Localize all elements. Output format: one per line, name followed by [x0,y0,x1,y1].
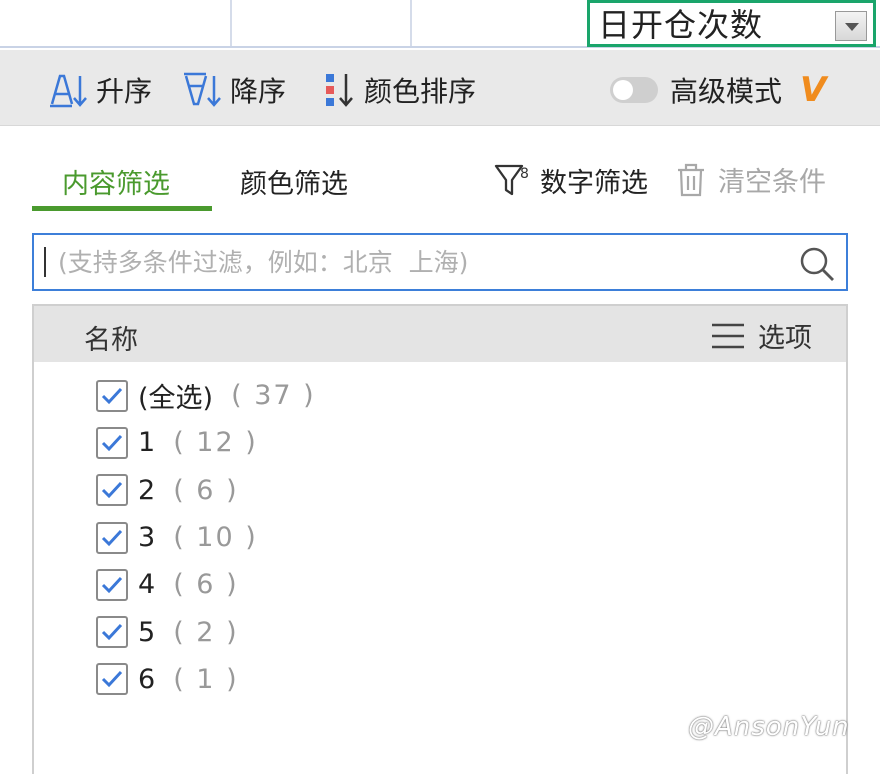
toggle-knob [613,80,633,100]
active-tab-underline [32,206,212,211]
svg-text:8: 8 [520,166,529,182]
vip-badge-icon: V [800,70,827,110]
list-items: (全选) ( 37 ) 1 ( 12 ) 2 ( 6 ) 3 (10) 4 … [96,372,316,703]
advanced-mode-toggle[interactable]: 高级模式 [610,70,782,110]
checkbox[interactable] [96,521,128,554]
checkmark-icon [101,624,123,641]
checkbox[interactable] [96,616,128,649]
sheet-cell[interactable] [412,0,588,46]
clear-conditions-button[interactable]: 清空条件 [676,160,826,199]
checkbox[interactable] [96,663,128,696]
search-input[interactable] [58,243,798,281]
column-name-header: 名称 [84,325,138,356]
list-item[interactable]: 1 ( 12 ) [96,419,316,466]
tab-color-filter[interactable]: 颜色筛选 [240,162,348,201]
value-list: 名称 选项 (全选) ( 37 ) 1 (12) 2 (6) 3 (1… [32,304,848,774]
sheet-header-row: 日开仓次数 [0,0,880,48]
checkmark-icon [101,387,123,404]
text-caret [44,247,46,277]
item-label: (全选) [138,383,214,415]
item-count: ( 12 ) [173,427,258,459]
sort-descending-button[interactable]: 降序 [180,70,286,110]
checkmark-icon [101,482,123,499]
search-icon[interactable] [798,245,836,283]
item-label: 3 [138,522,156,554]
sort-toolbar: 升序 降序 颜色排序 高级模式 V [0,50,880,126]
sort-descending-label: 降序 [230,75,287,108]
list-item[interactable]: 3 ( 10 ) [96,514,316,561]
list-header: 名称 选项 [34,306,846,362]
sort-ascending-label: 升序 [96,75,153,108]
item-label: 2 [138,474,156,506]
item-count: ( 6 ) [173,569,239,601]
color-sort-icon [326,74,353,107]
funnel-icon: 8 [494,164,529,196]
tab-content-filter[interactable]: 内容筛选 [62,162,170,201]
checkbox[interactable] [96,568,128,601]
checkbox[interactable] [96,474,128,507]
sheet-cell[interactable] [0,0,232,46]
clear-conditions-label: 清空条件 [718,167,826,198]
list-item[interactable]: 5 ( 2 ) [96,608,316,655]
list-item[interactable]: 2 ( 6 ) [96,467,316,514]
item-count: ( 1 ) [173,663,239,695]
active-header-cell[interactable]: 日开仓次数 [587,0,876,47]
checkmark-icon [101,434,123,452]
search-box[interactable] [32,233,848,291]
autofilter-screen: 日开仓次数 升序 降序 颜色排序 高级模式 V 内容筛选 颜色筛选 8 数字筛选… [0,0,880,774]
item-count: ( 37 ) [231,380,316,412]
dropdown-arrow-icon [845,23,859,31]
color-sort-label: 颜色排序 [364,75,477,108]
item-count: ( 6 ) [173,474,239,506]
sort-descending-icon [184,72,221,107]
item-label: 4 [138,569,156,601]
number-filter-label: 数字筛选 [540,167,648,199]
list-item[interactable]: 6 ( 1 ) [96,656,316,703]
item-label: 6 [138,663,156,695]
toggle-switch[interactable] [610,77,658,103]
checkmark-icon [101,671,123,688]
list-item-select-all[interactable]: (全选) ( 37 ) [96,372,316,419]
trash-icon [678,163,704,196]
options-button[interactable]: 选项 [710,316,812,355]
advanced-mode-label: 高级模式 [670,75,783,108]
checkbox[interactable] [96,426,128,459]
checkmark-icon [101,576,123,593]
color-sort-button[interactable]: 颜色排序 [324,70,476,110]
filter-dropdown-button[interactable] [835,11,867,41]
checkmark-icon [101,529,123,546]
sort-ascending-button[interactable]: 升序 [46,70,152,110]
sheet-cell[interactable] [232,0,412,46]
watermark-text: @AnsonYun [688,712,850,742]
header-cell-text: 日开仓次数 [598,6,764,44]
number-filter-button[interactable]: 8 数字筛选 [494,160,648,200]
item-count: ( 10 ) [173,522,258,554]
list-item[interactable]: 4 ( 6 ) [96,561,316,608]
sort-ascending-icon [50,74,87,108]
filter-panel: 升序 降序 颜色排序 高级模式 V 内容筛选 颜色筛选 8 数字筛选 清空条件 … [0,50,880,774]
item-count: ( 2 ) [173,616,239,648]
item-label: 1 [138,427,156,459]
menu-lines-icon [712,323,744,348]
item-label: 5 [138,616,156,648]
checkbox[interactable] [96,379,128,412]
options-label: 选项 [758,323,812,354]
